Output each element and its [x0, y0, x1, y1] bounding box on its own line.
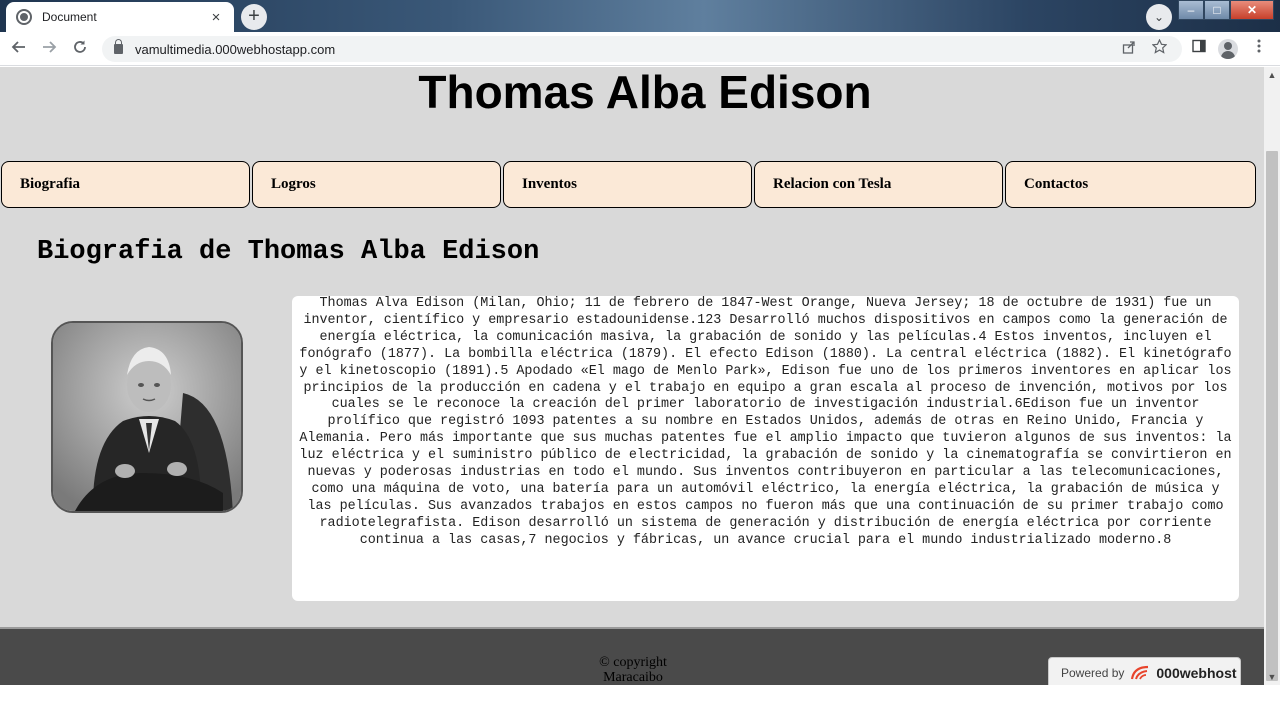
browser-titlebar: Document × + ⌄ – □ ✕ — [0, 0, 1280, 32]
url-text: vamultimedia.000webhostapp.com — [135, 41, 336, 57]
profile-avatar-icon[interactable] — [1218, 39, 1238, 59]
menu-item-logros[interactable]: Logros — [252, 161, 501, 208]
footer-city: Maracaibo — [603, 670, 663, 685]
globe-icon — [16, 9, 32, 25]
footer-text: © copyright Maracaibo — [578, 655, 688, 685]
close-window-button[interactable]: ✕ — [1230, 0, 1274, 20]
powered-by-brand: 000webhost — [1156, 665, 1237, 681]
browser-tab[interactable]: Document × — [6, 2, 234, 32]
new-tab-button[interactable]: + — [241, 4, 267, 30]
page-viewport: Thomas Alba Edison Biografia Logros Inve… — [0, 67, 1264, 685]
window-bottom-edge — [0, 685, 1280, 722]
forward-arrow-icon[interactable] — [38, 38, 60, 60]
biography-text: Thomas Alva Edison (Milan, Ohio; 11 de f… — [299, 296, 1232, 548]
menu-item-relacion-con-tesla[interactable]: Relacion con Tesla — [754, 161, 1003, 208]
scroll-down-arrow-icon[interactable]: ▼ — [1264, 669, 1280, 685]
menu-item-inventos[interactable]: Inventos — [503, 161, 752, 208]
webhost-logo-icon — [1130, 665, 1150, 681]
side-panel-icon[interactable] — [1188, 38, 1210, 60]
minimize-button[interactable]: – — [1178, 0, 1204, 20]
tab-search-button[interactable]: ⌄ — [1146, 4, 1172, 30]
portrait-photo-icon — [51, 321, 243, 513]
window-controls: – □ ✕ — [1178, 0, 1274, 20]
address-bar[interactable]: vamultimedia.000webhostapp.com — [102, 36, 1182, 62]
tab-close-icon[interactable]: × — [208, 9, 224, 26]
browser-toolbar: vamultimedia.000webhostapp.com — [0, 32, 1280, 66]
bookmark-star-icon[interactable] — [1151, 36, 1168, 62]
maximize-button[interactable]: □ — [1204, 0, 1230, 20]
more-menu-icon[interactable] — [1248, 38, 1270, 60]
scroll-up-arrow-icon[interactable]: ▲ — [1264, 67, 1280, 83]
reload-icon[interactable] — [69, 38, 91, 60]
powered-by-label: Powered by — [1061, 666, 1125, 680]
page-title: Thomas Alba Edison — [418, 67, 872, 118]
menu-item-biografia[interactable]: Biografia — [1, 161, 250, 208]
section-heading: Biografia de Thomas Alba Edison — [37, 237, 540, 267]
page-footer: © copyright Maracaibo Powered by 000webh… — [0, 627, 1264, 685]
share-icon[interactable] — [1122, 36, 1136, 62]
biography-box: Thomas Alva Edison (Milan, Ohio; 11 de f… — [292, 296, 1239, 601]
page-scrollbar[interactable]: ▲ ▼ — [1264, 67, 1280, 685]
scroll-thumb[interactable] — [1266, 151, 1278, 681]
powered-by-badge[interactable]: Powered by 000webhost — [1048, 657, 1241, 685]
footer-copyright: © copyright — [599, 655, 667, 670]
tab-title: Document — [42, 10, 97, 24]
main-menu: Biografia Logros Inventos Relacion con T… — [0, 161, 1264, 209]
menu-item-contactos[interactable]: Contactos — [1005, 161, 1256, 208]
back-arrow-icon[interactable] — [8, 38, 30, 60]
lock-icon — [114, 39, 123, 54]
